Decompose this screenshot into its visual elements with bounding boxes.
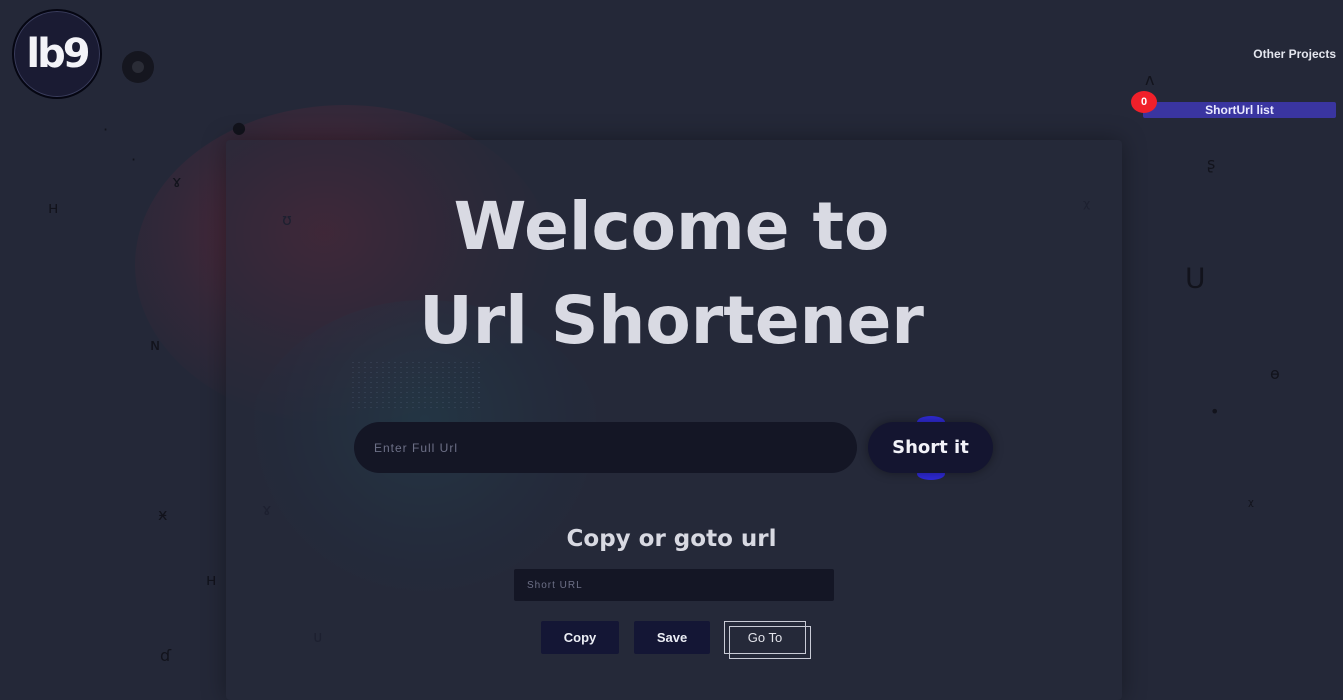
- decor-symbol: ɗ: [160, 646, 172, 665]
- decor-symbol: ᵪ: [1248, 490, 1254, 509]
- decor-symbol: ·: [131, 150, 137, 169]
- shorturl-list-button[interactable]: ShortUrl list: [1143, 102, 1336, 118]
- go-to-button[interactable]: Go To: [724, 621, 811, 659]
- other-projects-link[interactable]: Other Projects: [1253, 47, 1336, 61]
- decor-symbol: ●: [232, 118, 246, 137]
- decor-symbol: ӿ: [158, 505, 168, 524]
- site-logo[interactable]: lb9: [12, 9, 102, 99]
- decor-symbol: ʜ: [206, 570, 217, 589]
- short-url-field[interactable]: [514, 569, 834, 601]
- short-it-button[interactable]: Short it: [868, 422, 993, 473]
- copy-button[interactable]: Copy: [541, 621, 619, 654]
- title-line-1: Welcome to: [453, 188, 890, 265]
- shorturl-count-badge: 0: [1131, 91, 1157, 113]
- decor-symbol: •: [1210, 402, 1220, 421]
- full-url-input[interactable]: [354, 422, 857, 473]
- decor-symbol: ɤ: [262, 500, 272, 519]
- go-to-label: Go To: [747, 630, 783, 645]
- decor-circle: [122, 51, 154, 83]
- decor-symbol: ʂ: [1207, 154, 1216, 173]
- save-button[interactable]: Save: [634, 621, 710, 654]
- copy-goto-heading: Copy or goto url: [566, 526, 777, 552]
- page-title: Welcome to Url Shortener: [0, 180, 1343, 368]
- decor-symbol: ᴧ: [1145, 70, 1155, 89]
- shorturl-list-label: ShortUrl list: [1205, 103, 1274, 117]
- decor-symbol: ·: [103, 120, 109, 139]
- title-line-2: Url Shortener: [419, 282, 924, 359]
- decor-symbol: ᴜ: [313, 627, 323, 646]
